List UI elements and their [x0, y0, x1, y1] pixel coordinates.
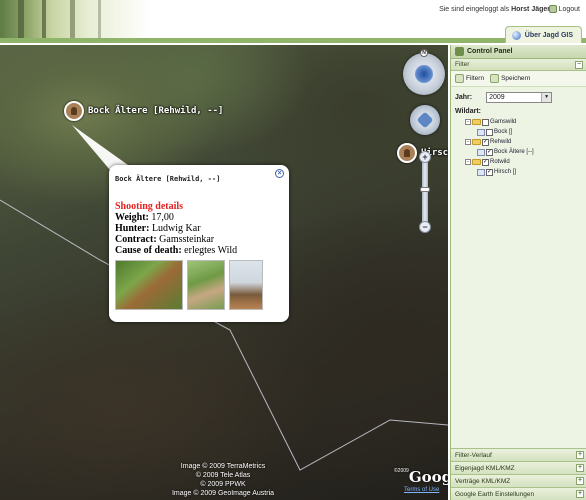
leaf-icon [477, 128, 485, 136]
expand-plus-icon: + [576, 451, 584, 459]
checkbox[interactable] [482, 118, 489, 126]
tree-node-hirsch[interactable]: ✓ Hirsch [] [455, 167, 582, 177]
expand-icon: − [465, 159, 471, 165]
accordion-google-earth-settings[interactable]: Google Earth Einstellungen + [451, 487, 586, 500]
map-navigation-control[interactable]: N [403, 49, 445, 95]
cause-of-death-row: Cause of death: erlegtes Wild [115, 245, 238, 256]
folder-icon [472, 159, 481, 165]
logout-icon [548, 5, 557, 13]
expand-icon: − [465, 139, 471, 145]
header-divider [0, 38, 586, 43]
tree-node-bock[interactable]: Bock [] [455, 127, 582, 137]
logout-label: Logout [558, 5, 580, 13]
leaf-icon [477, 168, 485, 176]
app-header: Sie sind eingeloggt als Horst Jäger Logo… [0, 0, 586, 43]
save-icon [490, 74, 500, 83]
filter-icon [455, 74, 464, 83]
collapse-icon[interactable]: − [575, 61, 583, 69]
satellite-map[interactable]: Bock Ältere [Rehwild, --] Hirsch N + − ×… [0, 45, 448, 500]
zoom-slider-thumb[interactable] [420, 187, 430, 192]
contract-row: Contract: Gamssteinkar [115, 234, 215, 245]
chamois-photo[interactable] [115, 260, 183, 310]
map-attribution: Image © 2009 TerraMetrics © 2009 Tele At… [171, 463, 275, 497]
expand-plus-icon: + [576, 490, 584, 498]
accordion-eigenjagd-kml[interactable]: Eigenjagd KML/KMZ + [451, 461, 586, 474]
filter-button[interactable]: Filtern [455, 74, 484, 83]
chevron-down-icon: ▼ [541, 93, 552, 102]
filter-form: Jahr: 2009 ▼ Wildart: − Gamswild Bock []… [451, 87, 586, 182]
year-select[interactable]: 2009 ▼ [486, 92, 553, 103]
username: Horst Jäger [511, 6, 550, 13]
checkbox[interactable]: ✓ [482, 158, 489, 166]
leaf-icon [477, 148, 485, 156]
expand-plus-icon: + [576, 477, 584, 485]
logout-button[interactable]: Logout [548, 5, 580, 13]
shooting-details-popup: × Bock Ältere [Rehwild, --] Shooting det… [109, 165, 289, 322]
checkbox[interactable]: ✓ [482, 138, 489, 146]
globe-icon [511, 30, 521, 40]
close-icon[interactable]: × [275, 169, 284, 178]
control-panel: Control Panel Filter − Filtern Speichern… [450, 45, 586, 500]
shooting-details-heading: Shooting details [115, 201, 184, 212]
accordion-vertraege-kml[interactable]: Verträge KML/KMZ + [451, 474, 586, 487]
compass-north-icon: N [420, 49, 428, 57]
checkbox[interactable]: ✓ [486, 168, 493, 176]
forest-banner-image [0, 0, 150, 40]
zoom-slider-track[interactable] [422, 157, 428, 229]
weight-row: Weight: 17,00 [115, 212, 174, 223]
expand-plus-icon: + [576, 464, 584, 472]
expand-icon: − [465, 119, 471, 125]
tree-node-rotwild[interactable]: − ✓ Rotwild [455, 157, 582, 167]
filter-section-header[interactable]: Filter − [451, 59, 586, 71]
accordion-filter-verlauf[interactable]: Filter-Verlauf + [451, 448, 586, 461]
folder-icon [472, 119, 481, 125]
deer-marker-icon [397, 143, 417, 163]
panel-accordion: Filter-Verlauf + Eigenjagd KML/KMZ + Vertr… [451, 448, 586, 500]
deer-marker-icon [64, 101, 84, 121]
checkbox[interactable]: ✓ [486, 148, 493, 156]
tab-label: Über Jagd GIS [524, 31, 573, 39]
control-panel-title: Control Panel [467, 48, 513, 55]
tree-node-rehwild[interactable]: − ✓ Rehwild [455, 137, 582, 147]
login-text: Sie sind eingeloggt als [439, 6, 510, 13]
folder-icon [472, 139, 481, 145]
marker-label: Bock Ältere [Rehwild, --] [88, 106, 224, 116]
pan-center-icon [416, 111, 434, 129]
wildart-label: Wildart: [455, 108, 481, 115]
year-label: Jahr: [455, 94, 473, 101]
filter-toolbar: Filtern Speichern [451, 71, 586, 87]
popup-title: Bock Ältere [Rehwild, --] [115, 175, 221, 183]
hunter-photo[interactable] [187, 260, 225, 310]
hunter-row: Hunter: Ludwig Kar [115, 223, 201, 234]
pan-control[interactable] [410, 105, 440, 135]
google-logo: ©2009Google [394, 468, 448, 486]
tree-node-gamswild[interactable]: − Gamswild [455, 117, 582, 127]
checkbox[interactable] [486, 128, 493, 136]
control-panel-header: Control Panel [451, 45, 586, 59]
terms-of-use-link[interactable]: Terms of Use [404, 487, 439, 493]
zoom-out-button[interactable]: − [419, 221, 431, 233]
tree-node-bock-aeltere[interactable]: ✓ Bock Ältere [--] [455, 147, 582, 157]
login-status: Sie sind eingeloggt als Horst Jäger [439, 6, 550, 13]
panel-icon [455, 47, 464, 56]
photo-gallery [115, 260, 283, 310]
filter-section-title: Filter [455, 61, 470, 68]
map-marker-bock-aeltere[interactable]: Bock Ältere [Rehwild, --] [64, 101, 223, 121]
tab-ueber-jagd-gis[interactable]: Über Jagd GIS [504, 26, 582, 43]
zoom-in-button[interactable]: + [419, 151, 431, 163]
look-around-icon[interactable] [415, 65, 433, 83]
trophy-photo[interactable] [229, 260, 263, 310]
save-button[interactable]: Speichern [490, 74, 530, 83]
wildart-tree: − Gamswild Bock [] − ✓ Rehwild ✓ Bock Ält… [455, 117, 582, 177]
